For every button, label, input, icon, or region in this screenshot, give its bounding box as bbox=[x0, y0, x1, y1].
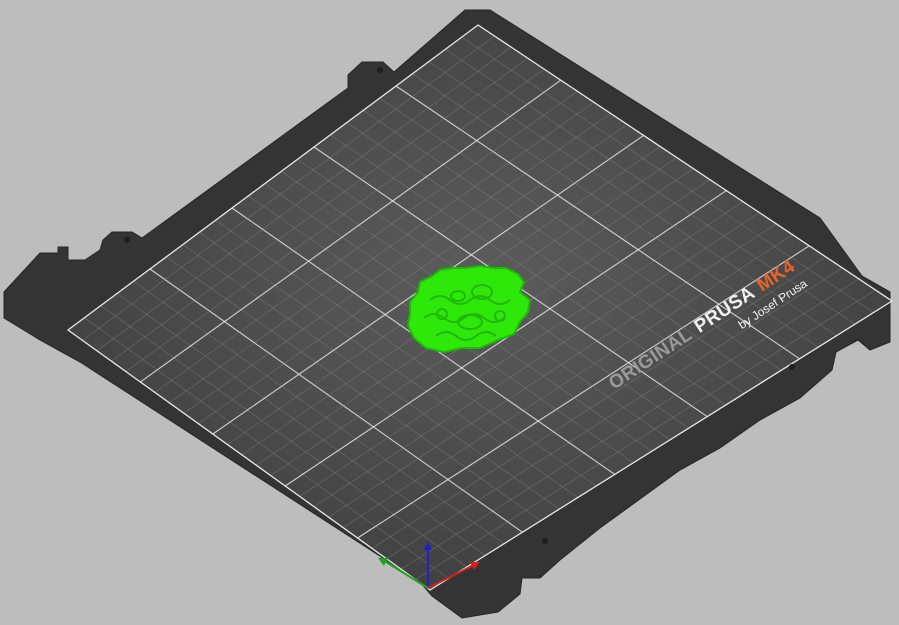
mount-hole bbox=[542, 538, 548, 544]
3d-viewport[interactable]: ORIGINAL PRUSA MK4 by Josef Prusa bbox=[0, 0, 899, 625]
mount-hole bbox=[377, 67, 383, 73]
mount-hole bbox=[789, 364, 795, 370]
mount-hole bbox=[124, 237, 130, 243]
print-bed-scene[interactable]: ORIGINAL PRUSA MK4 by Josef Prusa bbox=[0, 0, 899, 625]
